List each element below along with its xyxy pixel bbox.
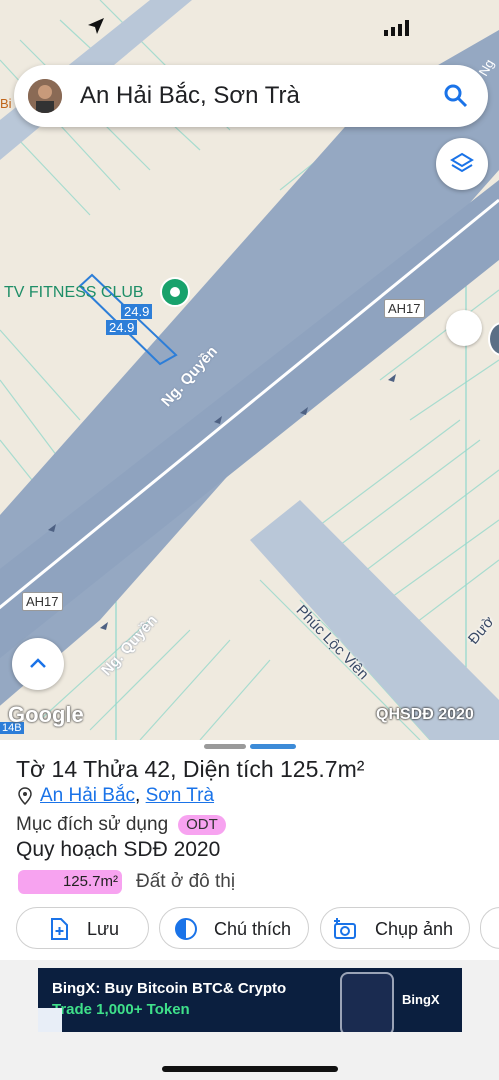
map-view[interactable]: Bi An Hải Bắc, Sơn Trà Ng TV FITNESS CLU… xyxy=(0,0,499,740)
google-logo: Google xyxy=(8,702,84,727)
parcel-info-sheet[interactable]: Tờ 14 Thửa 42, Diện tích 125.7m² An Hải … xyxy=(0,740,499,1080)
edge-label-top-left: Bi xyxy=(0,96,12,111)
avatar-image xyxy=(28,79,62,113)
home-indicator[interactable] xyxy=(162,1066,338,1072)
ad-title: BingX: Buy Bitcoin BTC& Crypto xyxy=(52,980,287,997)
save-label: Lưu xyxy=(87,919,120,939)
location-pin-icon xyxy=(18,787,32,805)
purpose-code-badge: ODT xyxy=(178,814,226,835)
ad-subtitle: Trade 1,000+ Token xyxy=(52,1001,190,1018)
ad-banner[interactable]: BingX: Buy Bitcoin BTC& Crypto Trade 1,0… xyxy=(38,968,462,1032)
add-camera-icon xyxy=(334,918,356,939)
search-text[interactable]: An Hải Bắc, Sơn Trà xyxy=(80,82,300,110)
status-bar xyxy=(0,0,499,50)
ad-brand: BingX xyxy=(402,992,440,1007)
add-file-icon xyxy=(51,918,68,940)
location-row: An Hải Bắc, Sơn Trà xyxy=(18,785,214,807)
parcel-title: Tờ 14 Thửa 42, Diện tích 125.7m² xyxy=(16,756,365,782)
dimension-label: 24.9 xyxy=(121,304,153,319)
purpose-label: Mục đích sử dụng xyxy=(16,814,169,835)
screenshot-label: Chụp ảnh xyxy=(375,919,454,939)
purpose-row: Mục đích sử dụng ODT xyxy=(16,814,226,836)
area-description: Đất ở đô thị xyxy=(136,871,236,893)
sheet-handle-active[interactable] xyxy=(250,744,296,749)
layers-button[interactable] xyxy=(436,138,488,190)
district-link[interactable]: Sơn Trà xyxy=(146,785,214,806)
ad-phone-image xyxy=(340,972,394,1032)
ward-link[interactable]: An Hải Bắc xyxy=(40,785,135,806)
layers-icon xyxy=(450,152,474,173)
sheet-handle[interactable] xyxy=(204,744,246,749)
location-separator: , xyxy=(135,785,141,806)
ad-choices-icon[interactable] xyxy=(38,1008,62,1032)
avatar[interactable] xyxy=(28,79,62,113)
poi-label[interactable]: TV FITNESS CLUB xyxy=(4,284,144,302)
action-buttons: Lưu Chú thích Chụp ảnh xyxy=(16,907,499,951)
location-arrow-icon xyxy=(88,18,104,34)
route-tag: AH17 xyxy=(22,592,63,611)
legend-label: Chú thích xyxy=(214,919,292,939)
contrast-icon xyxy=(175,918,197,940)
more-action-button[interactable] xyxy=(480,907,499,949)
layer-name: QHSDĐ 2020 xyxy=(376,706,474,723)
plan-label: Quy hoạch SDĐ 2020 xyxy=(16,838,221,861)
dimension-label: 24.9 xyxy=(106,320,138,335)
poi-pin-icon[interactable] xyxy=(160,277,190,307)
chevron-up-icon xyxy=(30,658,46,668)
route-tag: AH17 xyxy=(384,299,425,318)
area-row: 125.7m² Đất ở đô thị xyxy=(18,870,235,894)
save-button[interactable]: Lưu xyxy=(16,907,149,949)
search-icon[interactable] xyxy=(442,82,470,110)
area-badge: 125.7m² xyxy=(18,870,122,894)
signal-icon xyxy=(384,20,409,36)
legend-button[interactable]: Chú thích xyxy=(159,907,309,949)
search-bar[interactable]: An Hải Bắc, Sơn Trà xyxy=(14,65,488,127)
map-control-circle[interactable] xyxy=(446,310,482,346)
expand-up-button[interactable] xyxy=(12,638,64,690)
screenshot-button[interactable]: Chụp ảnh xyxy=(320,907,470,949)
